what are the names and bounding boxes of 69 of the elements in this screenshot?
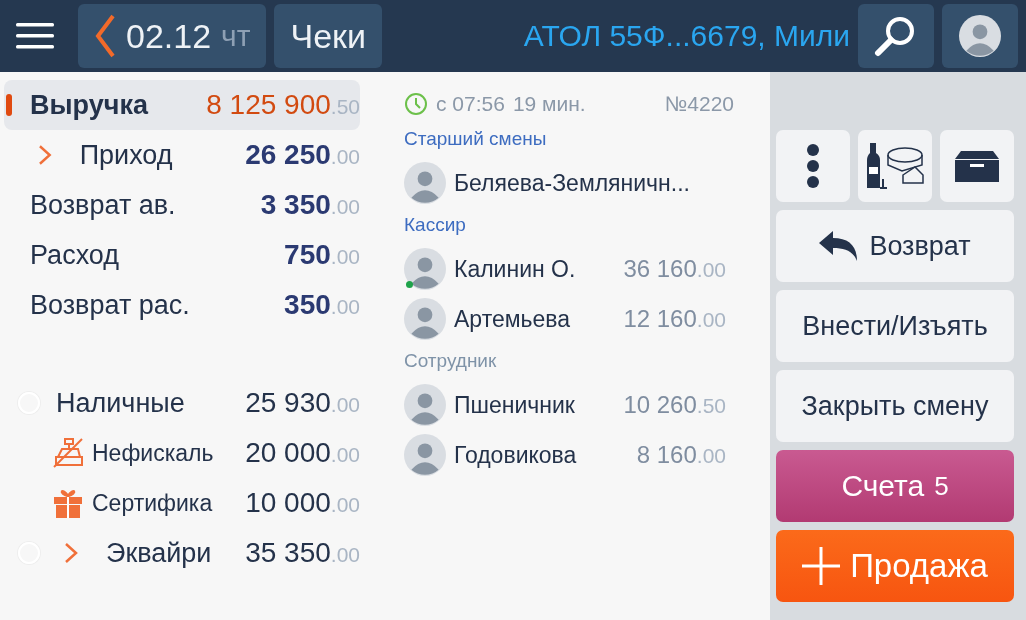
employee-name[interactable]: Артемьева xyxy=(454,305,616,333)
plus-icon xyxy=(802,547,841,585)
menu-icon xyxy=(16,21,54,51)
summary-row[interactable]: Возврат рас. 350.00 xyxy=(4,280,360,330)
profile-button[interactable] xyxy=(942,4,1018,68)
summary-label: Приход xyxy=(79,139,174,171)
summary-amount: 750.00 xyxy=(283,239,360,271)
accounts-button[interactable]: Счета 5 xyxy=(776,450,1014,522)
gift-icon xyxy=(52,487,84,519)
avatar-icon xyxy=(404,162,446,204)
chevron-right-icon[interactable] xyxy=(38,144,52,166)
avatar-icon xyxy=(404,434,446,476)
summary-amount: 8 125 900.50 xyxy=(205,89,360,121)
return-button[interactable]: Возврат xyxy=(776,210,1014,282)
selection-marker xyxy=(6,94,12,116)
employee-name[interactable]: Беляева-Земляничн... xyxy=(454,169,726,197)
employee-amount: 36 160.00 xyxy=(623,255,726,283)
employee-amount: 12 160.00 xyxy=(623,305,726,333)
summary-amount: 3 350.00 xyxy=(259,189,360,221)
employee-amount: 8 160.00 xyxy=(636,441,726,469)
cash-register-crossed-icon xyxy=(52,437,84,469)
summary-row[interactable]: Расход 750.00 xyxy=(4,230,360,280)
action-button[interactable]: Внести/Изъять xyxy=(776,290,1014,362)
device-label: АТОЛ 55Ф...6679, Мили xyxy=(522,19,850,53)
summary-label: Выручка xyxy=(30,89,150,121)
avatar-icon xyxy=(404,298,446,340)
avatar-icon xyxy=(404,384,446,426)
summary-label: Возврат рас. xyxy=(30,289,191,321)
group-title: Старший смены xyxy=(404,128,548,150)
employee-name[interactable]: Калинин О. xyxy=(454,255,616,283)
group-title: Сотрудник xyxy=(404,350,498,372)
summary-amount: 26 250.00 xyxy=(245,139,360,171)
summary-row[interactable]: Выручка 8 125 900.50 xyxy=(4,80,360,130)
shift-start: с 07:56 xyxy=(436,92,505,116)
avatar-icon xyxy=(404,248,446,290)
summary-amount: 350.00 xyxy=(283,289,360,321)
payment-amount: 35 350.00 xyxy=(244,537,360,569)
payment-label: Нефискаль xyxy=(92,439,214,467)
drawer-button[interactable] xyxy=(940,130,1014,202)
summary-row[interactable]: Возврат ав. 3 350.00 xyxy=(4,180,360,230)
shift-duration: 19 мин. xyxy=(512,92,586,116)
chevron-right-icon[interactable] xyxy=(64,542,78,564)
employee-name[interactable]: Годовикова xyxy=(454,441,629,469)
payment-label: Наличные xyxy=(56,387,185,419)
products-button[interactable] xyxy=(858,130,932,202)
search-button[interactable] xyxy=(858,4,934,68)
more-icon xyxy=(806,143,820,189)
group-title: Кассир xyxy=(404,214,467,236)
employee-name[interactable]: Пшеничник xyxy=(454,391,616,419)
avatar-icon xyxy=(959,15,1001,57)
date-button[interactable]: 02.12 чт xyxy=(78,4,267,68)
chevron-left-icon xyxy=(94,13,116,59)
shift-number: №4220 xyxy=(664,92,734,116)
payment-amount: 20 000.00 xyxy=(244,437,360,469)
payment-label: Сертифика xyxy=(92,489,213,517)
drawer-icon xyxy=(955,149,999,183)
wine-cheese-icon xyxy=(865,141,925,191)
undo-icon xyxy=(819,231,860,261)
clock-icon xyxy=(404,92,428,116)
checks-button[interactable]: Чеки xyxy=(274,4,382,68)
payment-amount: 25 930.00 xyxy=(244,387,360,419)
payment-label: Эквайри xyxy=(106,537,212,569)
summary-label: Возврат ав. xyxy=(30,189,177,221)
employee-amount: 10 260.50 xyxy=(623,391,726,419)
action-button[interactable]: Закрыть смену xyxy=(776,370,1014,442)
more-button[interactable] xyxy=(776,130,850,202)
payment-amount: 10 000.00 xyxy=(244,487,360,519)
summary-label: Расход xyxy=(30,239,120,271)
summary-row[interactable]: Приход 26 250.00 xyxy=(4,130,360,180)
